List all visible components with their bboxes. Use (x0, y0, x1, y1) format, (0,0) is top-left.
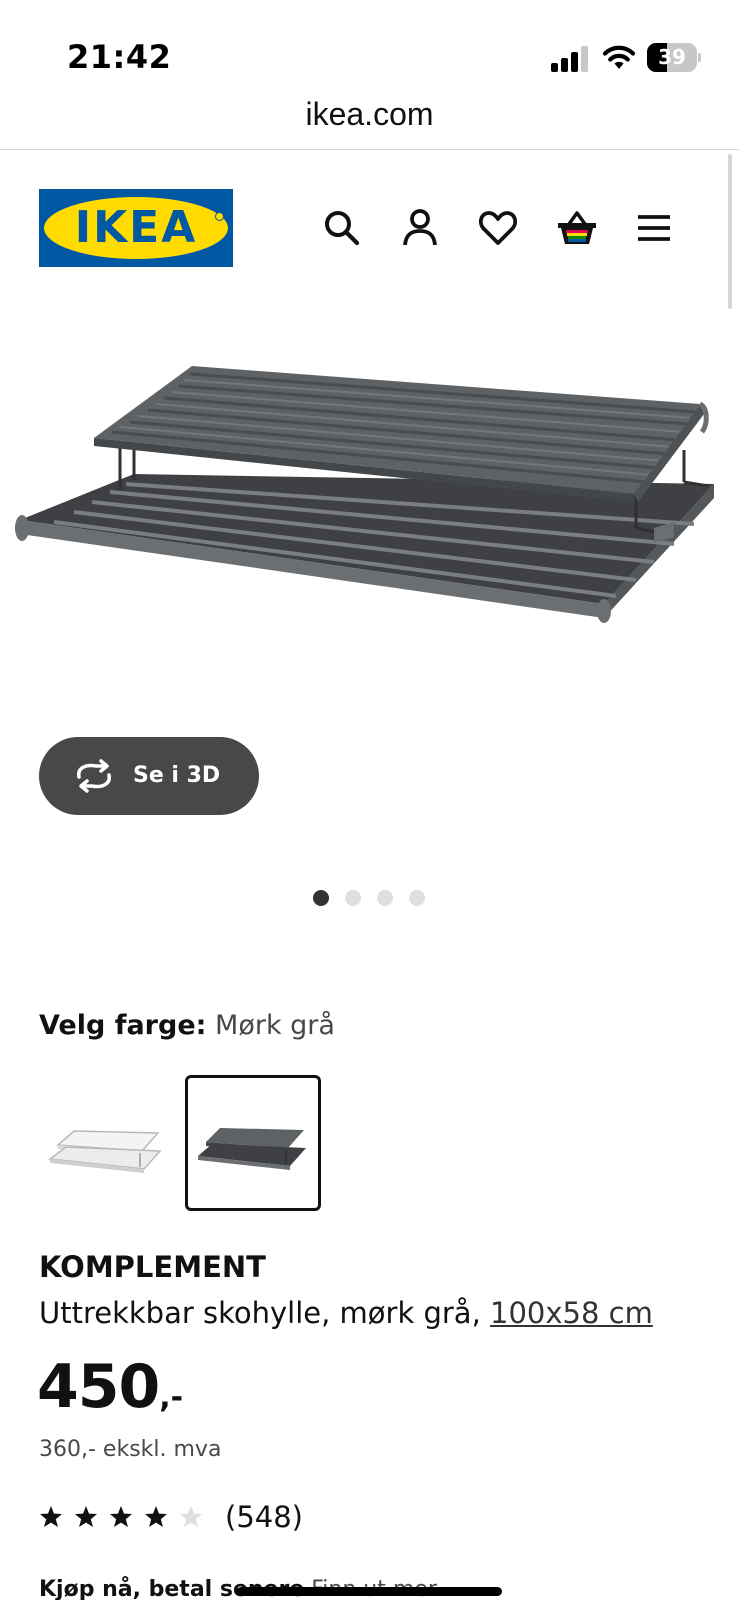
url-text[interactable]: ikea.com (0, 96, 739, 133)
price-integer: 450 (37, 1352, 160, 1422)
price-ex-vat: 360,- ekskl. mva (39, 1437, 222, 1462)
cellular-signal-icon (551, 44, 591, 72)
menu-icon[interactable] (634, 208, 674, 248)
color-swatch-dark-grey[interactable] (185, 1075, 321, 1211)
status-bar: 21:42 39 (0, 0, 739, 88)
carousel-dot[interactable] (409, 890, 425, 906)
scrollbar[interactable] (728, 154, 732, 309)
product-price: 450,- (37, 1352, 183, 1422)
carousel-dot[interactable] (377, 890, 393, 906)
carousel-dot[interactable] (313, 890, 329, 906)
selected-color: Mørk grå (215, 1010, 335, 1041)
rotate-3d-icon (77, 759, 111, 793)
browser-url-bar[interactable]: ikea.com (0, 88, 739, 150)
view-in-3d-button[interactable]: Se i 3D (39, 737, 259, 815)
heart-icon[interactable] (478, 208, 518, 248)
price-decimal: ,- (159, 1380, 184, 1415)
carousel-dot[interactable] (345, 890, 361, 906)
product-size-link[interactable]: 100x58 cm (490, 1296, 653, 1330)
star-filled-icon (75, 1506, 97, 1527)
color-swatch-white[interactable] (40, 1075, 176, 1211)
wifi-icon (601, 42, 637, 72)
review-count: (548) (225, 1500, 303, 1534)
product-image[interactable] (14, 362, 726, 638)
view-in-3d-label: Se i 3D (133, 763, 221, 788)
product-description-row: Uttrekkbar skohylle, mørk grå, 100x58 cm (39, 1296, 653, 1330)
basket-icon[interactable] (556, 208, 596, 248)
logo-text: IKEA (74, 202, 198, 253)
star-empty-icon (180, 1506, 202, 1527)
star-filled-icon (145, 1506, 167, 1527)
home-indicator (237, 1587, 502, 1596)
battery-level: 39 (658, 45, 686, 69)
product-name: KOMPLEMENT (39, 1250, 266, 1284)
ikea-logo[interactable]: IKEA (39, 189, 233, 267)
star-filled-icon (40, 1506, 62, 1527)
search-icon[interactable] (322, 208, 362, 248)
star-filled-icon (110, 1506, 132, 1527)
battery-icon: 39 (647, 43, 701, 72)
status-time: 21:42 (67, 38, 172, 76)
account-icon[interactable] (400, 208, 440, 248)
color-label: Velg farge: (39, 1010, 207, 1041)
product-description: Uttrekkbar skohylle, mørk grå, (39, 1296, 481, 1330)
color-selector-label: Velg farge: Mørk grå (39, 1010, 335, 1041)
